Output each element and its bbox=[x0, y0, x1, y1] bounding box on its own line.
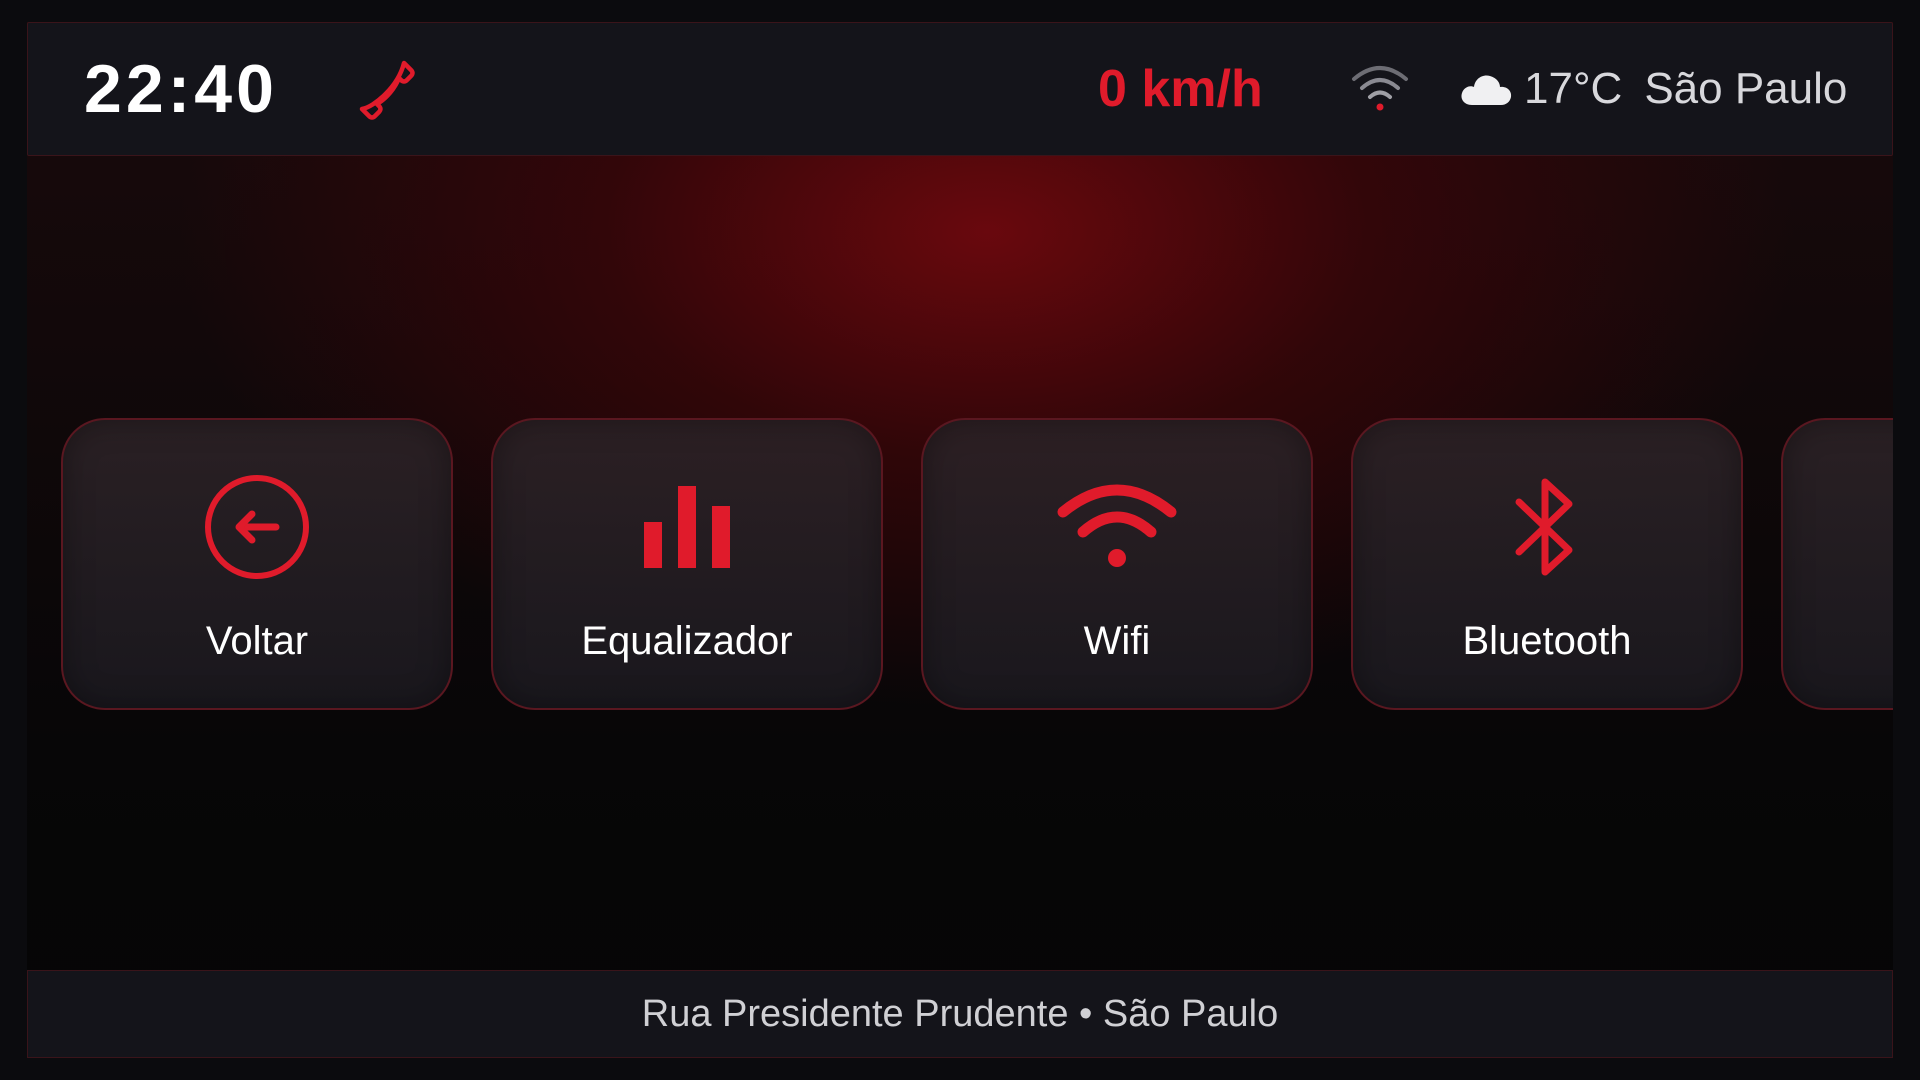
cloud-icon bbox=[1461, 75, 1512, 105]
app-screen: 22:40 0 km/h 17°C São Paulo Voltar Equal… bbox=[27, 22, 1893, 1058]
wifi-icon bbox=[1057, 484, 1177, 567]
next-tile[interactable] bbox=[1781, 418, 1893, 710]
weather-widget: 17°C São Paulo bbox=[1458, 61, 1847, 117]
equalizer-icon bbox=[644, 486, 730, 568]
phone-icon bbox=[359, 60, 415, 120]
tile-label: Equalizador bbox=[581, 619, 793, 663]
wifi-tile[interactable]: Wifi bbox=[921, 418, 1313, 710]
tile-label: Bluetooth bbox=[1462, 619, 1632, 663]
speed-readout: 0 km/h bbox=[1098, 60, 1263, 118]
temperature: 17°C bbox=[1524, 64, 1623, 113]
tile-label: Wifi bbox=[1083, 619, 1151, 663]
tile-label: Voltar bbox=[205, 619, 309, 663]
status-bar: 22:40 0 km/h 17°C São Paulo bbox=[27, 22, 1893, 156]
weather-city: São Paulo bbox=[1644, 64, 1848, 113]
clock: 22:40 bbox=[84, 51, 278, 127]
back-arrow-icon bbox=[205, 475, 309, 579]
phone-button[interactable] bbox=[348, 53, 424, 125]
location-bar: Rua Presidente Prudente • São Paulo bbox=[27, 970, 1893, 1058]
current-location: Rua Presidente Prudente • São Paulo bbox=[641, 993, 1279, 1035]
bluetooth-tile[interactable]: Bluetooth bbox=[1351, 418, 1743, 710]
quick-menu: Voltar Equalizador Wifi Bluetooth bbox=[61, 418, 1893, 710]
bluetooth-icon bbox=[1515, 478, 1573, 576]
wifi-status-icon bbox=[1352, 66, 1408, 111]
back-tile[interactable]: Voltar bbox=[61, 418, 453, 710]
equalizer-tile[interactable]: Equalizador bbox=[491, 418, 883, 710]
